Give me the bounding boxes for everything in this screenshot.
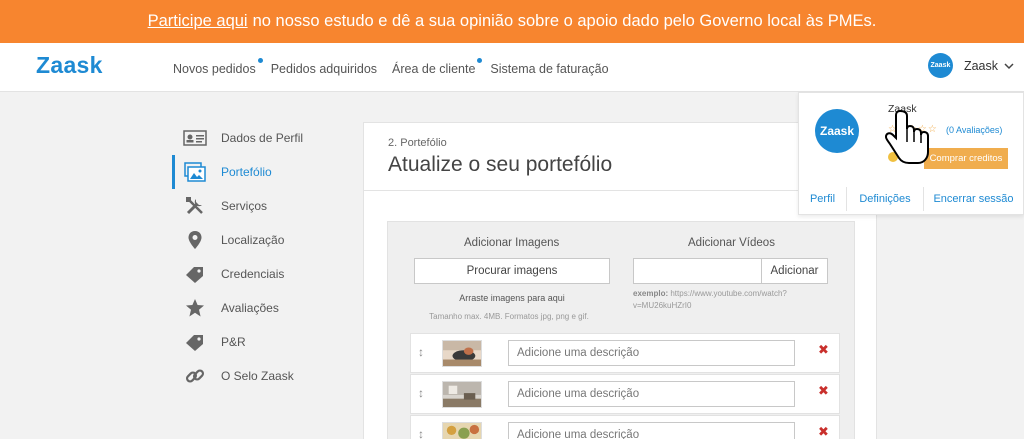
avatar: Zaask xyxy=(927,53,953,78)
rating-stars: ☆☆☆☆☆ xyxy=(888,124,938,135)
announcement-banner: Participe aqui no nosso estudo e dê a su… xyxy=(0,0,1024,43)
nav-label: Pedidos adquiridos xyxy=(270,62,378,76)
definicoes-link[interactable]: Definições xyxy=(847,187,924,211)
drag-handle-icon[interactable]: ↕ xyxy=(418,345,424,359)
image-row: ↕ ✖ xyxy=(410,374,840,414)
sidebar-item-portefolio[interactable]: Portefólio xyxy=(172,155,357,189)
image-thumbnail xyxy=(442,422,482,439)
pictures-icon xyxy=(183,162,207,182)
nav-novos-pedidos[interactable]: Novos pedidos xyxy=(173,58,263,76)
example-label: exemplo: xyxy=(633,289,669,298)
perfil-link[interactable]: Perfil xyxy=(799,187,847,211)
drag-hint: Arraste imagens para aqui xyxy=(459,293,565,303)
main-nav: Novos pedidos Pedidos adquiridos Área de… xyxy=(173,58,624,76)
remove-icon[interactable]: ✖ xyxy=(818,342,829,358)
id-card-icon xyxy=(183,128,207,148)
video-example: exemplo: https://www.youtube.com/watch?v… xyxy=(633,288,833,312)
zaask-logo[interactable]: Zaask xyxy=(36,52,103,79)
nav-pedidos-adquiridos[interactable]: Pedidos adquiridos xyxy=(271,62,377,76)
tag-icon xyxy=(183,332,207,352)
sidebar-item-o-selo-zaask[interactable]: O Selo Zaask xyxy=(172,359,357,393)
sidebar-item-localizacao[interactable]: Localização xyxy=(172,223,357,257)
drag-handle-icon[interactable]: ↕ xyxy=(418,386,424,400)
sidebar-item-label: Localização xyxy=(221,233,285,247)
image-description-input[interactable] xyxy=(508,422,795,439)
sidebar-item-dados-de-perfil[interactable]: Dados de Perfil xyxy=(172,121,357,155)
sidebar-item-label: Dados de Perfil xyxy=(221,131,304,145)
sidebar-item-avaliacoes[interactable]: Avaliações xyxy=(172,291,357,325)
upload-panel: Adicionar Imagens Adicionar Vídeos Procu… xyxy=(387,221,855,439)
image-thumbnail xyxy=(442,381,482,408)
sidebar-item-label: Avaliações xyxy=(221,301,279,315)
drag-handle-icon[interactable]: ↕ xyxy=(418,427,424,439)
dropdown-user-name: Zaask xyxy=(888,103,917,115)
banner-text: no nosso estudo e dê a sua opinião sobre… xyxy=(252,12,877,30)
sidebar-item-label: Credenciais xyxy=(221,267,285,281)
dropdown-links: Perfil Definições Encerrar sessão xyxy=(799,187,1023,212)
image-row: ↕ ✖ xyxy=(410,333,840,373)
ratings-link[interactable]: (0 Avaliações) xyxy=(946,125,1002,135)
user-name: Zaask xyxy=(963,58,998,73)
coin-icon xyxy=(888,152,898,162)
link-icon xyxy=(183,366,207,386)
nav-label: Novos pedidos xyxy=(173,62,256,76)
user-dropdown: Zaask Zaask ☆☆☆☆☆ (0 Avaliações) Comprar… xyxy=(798,92,1024,215)
image-description-input[interactable] xyxy=(508,381,795,407)
star-icon xyxy=(183,298,207,318)
video-url-input[interactable] xyxy=(633,258,762,284)
notification-dot xyxy=(477,58,483,63)
add-video-button[interactable]: Adicionar xyxy=(761,258,828,284)
add-images-heading: Adicionar Imagens xyxy=(464,237,560,249)
tag-icon xyxy=(183,264,207,284)
participate-link[interactable]: Participe aqui xyxy=(148,12,248,31)
add-videos-heading: Adicionar Vídeos xyxy=(688,237,775,249)
sidebar-item-p-r[interactable]: P&R xyxy=(172,325,357,359)
step-label: 2. Portefólio xyxy=(388,137,447,149)
user-menu-toggle[interactable]: Zaask Zaask xyxy=(927,53,1014,78)
chevron-down-icon xyxy=(1004,62,1014,69)
remove-icon[interactable]: ✖ xyxy=(818,383,829,399)
sidebar-item-label: O Selo Zaask xyxy=(221,369,294,383)
encerrar-sessao-link[interactable]: Encerrar sessão xyxy=(924,187,1023,211)
top-navigation: Zaask Novos pedidos Pedidos adquiridos Á… xyxy=(0,43,1024,92)
sidebar-item-label: Portefólio xyxy=(221,165,272,179)
size-hint: Tamanho max. 4MB. Formatos jpg, png e gi… xyxy=(429,312,589,321)
avatar: Zaask xyxy=(815,109,859,153)
tools-icon xyxy=(183,196,207,216)
nav-label: Área de cliente xyxy=(392,62,476,76)
image-row: ↕ ✖ xyxy=(410,415,840,439)
browse-images-button[interactable]: Procurar imagens xyxy=(414,258,610,284)
image-description-input[interactable] xyxy=(508,340,795,366)
map-pin-icon xyxy=(183,230,207,250)
notification-dot xyxy=(257,58,263,63)
buy-credits-button[interactable]: Comprar creditos xyxy=(924,148,1008,169)
nav-label: Sistema de faturação xyxy=(490,62,609,76)
remove-icon[interactable]: ✖ xyxy=(818,424,829,439)
profile-sidebar: Dados de Perfil Portefólio Serviços Loca… xyxy=(172,121,357,393)
nav-area-de-cliente[interactable]: Área de cliente xyxy=(392,58,483,76)
sidebar-item-label: P&R xyxy=(221,335,246,349)
page-title: Atualize o seu portefólio xyxy=(388,153,613,176)
sidebar-item-label: Serviços xyxy=(221,199,268,213)
sidebar-item-servicos[interactable]: Serviços xyxy=(172,189,357,223)
sidebar-item-credenciais[interactable]: Credenciais xyxy=(172,257,357,291)
image-thumbnail xyxy=(442,340,482,367)
nav-sistema-de-faturacao[interactable]: Sistema de faturação xyxy=(490,62,608,76)
